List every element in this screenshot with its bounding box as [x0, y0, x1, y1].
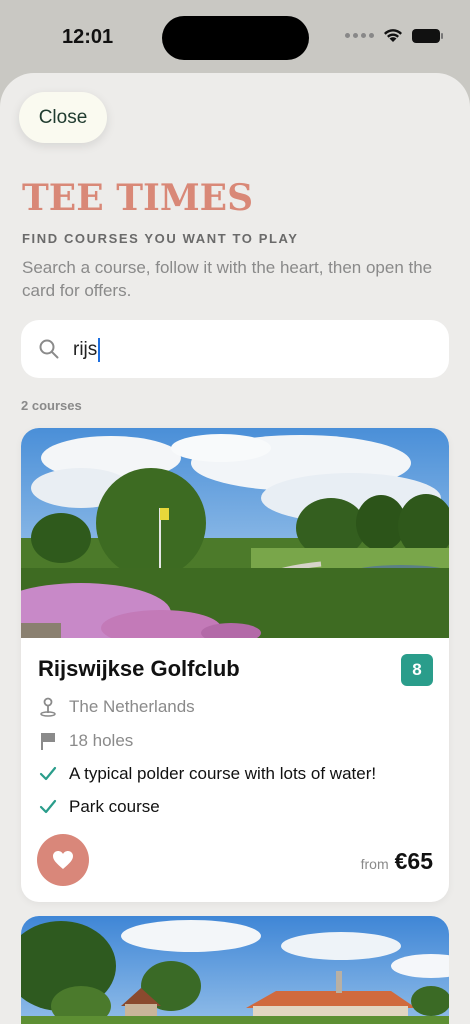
status-bar: 12:01 [0, 0, 470, 74]
course-name: Rijswijkse Golfclub [38, 656, 240, 681]
holes-row: 18 holes [38, 731, 133, 751]
course-search-sheet: Close TEE TIMES FIND COURSES YOU WANT TO… [0, 73, 470, 1024]
flag-icon [38, 731, 58, 751]
rating-badge: 8 [401, 654, 433, 686]
price-prefix: from [360, 856, 389, 872]
course-country: The Netherlands [69, 697, 195, 716]
close-button[interactable]: Close [19, 92, 107, 143]
course-feature: A typical polder course with lots of wat… [69, 764, 377, 783]
location-pin-icon [38, 697, 58, 717]
status-icons [345, 28, 443, 43]
page-description: Search a course, follow it with the hear… [22, 258, 433, 300]
feature-row: A typical polder course with lots of wat… [38, 764, 376, 784]
page-subtitle: FIND COURSES YOU WANT TO PLAY [22, 231, 299, 246]
dynamic-island [162, 16, 309, 60]
course-card[interactable]: Rijswijkse Golfclub 8 The Netherlands 18… [21, 428, 449, 902]
favorite-button[interactable] [37, 834, 89, 886]
checkmark-icon [38, 764, 58, 784]
heart-icon [53, 851, 73, 869]
country-row: The Netherlands [38, 697, 195, 717]
page-title: TEE TIMES [22, 177, 254, 219]
wifi-icon [384, 29, 402, 42]
course-feature: Park course [69, 797, 160, 816]
search-field[interactable]: rijs [21, 320, 449, 378]
search-input-value: rijs [73, 339, 98, 360]
price: from €65 [361, 848, 433, 875]
feature-row: Park course [38, 797, 160, 817]
text-caret [98, 338, 101, 362]
search-input[interactable]: rijs [73, 338, 101, 362]
course-holes: 18 holes [69, 731, 134, 750]
status-time: 12:01 [62, 26, 114, 48]
signal-dots-icon [345, 33, 374, 38]
price-value: €65 [394, 848, 433, 874]
course-photo [21, 916, 449, 1024]
battery-icon [412, 28, 443, 43]
search-icon [39, 339, 59, 359]
result-count: 2 courses [21, 398, 82, 413]
checkmark-icon [38, 797, 58, 817]
course-card[interactable] [21, 916, 449, 1024]
course-photo [21, 428, 449, 638]
